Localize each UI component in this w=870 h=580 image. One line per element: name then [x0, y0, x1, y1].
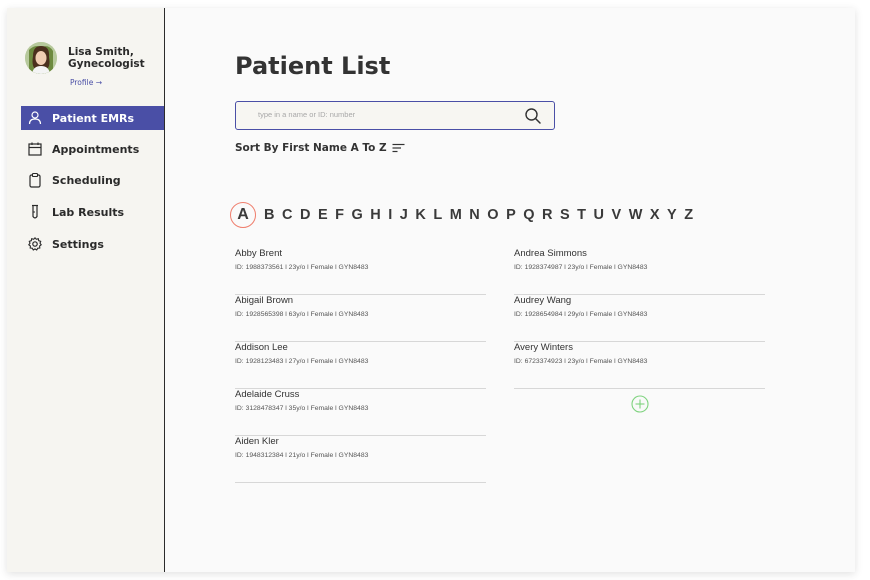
sort-control[interactable]: Sort By First Name A To Z — [235, 142, 405, 154]
letter-s[interactable]: S — [560, 207, 570, 223]
user-title: Gynecologist — [68, 58, 145, 70]
patient-row[interactable]: Audrey Wang ID: 1928654984 l 29y/o l Fema… — [514, 295, 765, 342]
patient-details: ID: 1928123483 l 27y/o l Female l GYN848… — [235, 358, 369, 365]
sidebar-item-label: Patient EMRs — [52, 111, 135, 125]
sort-label: Sort By First Name A To Z — [235, 142, 387, 154]
letter-c[interactable]: C — [282, 207, 292, 223]
patient-name: Audrey Wang — [514, 295, 572, 306]
search-input[interactable] — [256, 109, 500, 120]
patient-details: ID: 1948312384 l 21y/o l Female l GYN848… — [235, 452, 369, 459]
sidebar-item-label: Settings — [52, 237, 104, 251]
patient-name: Avery Winters — [514, 342, 573, 353]
search-icon[interactable] — [524, 107, 542, 125]
letter-d[interactable]: D — [300, 207, 310, 223]
user-icon — [28, 111, 42, 125]
patient-details: ID: 6723374923 l 23y/o l Female l GYN848… — [514, 358, 648, 365]
gear-icon — [28, 236, 42, 251]
clipboard-icon — [29, 172, 41, 188]
patient-name: Addison Lee — [235, 342, 288, 353]
patient-name: Abigail Brown — [235, 295, 294, 306]
letter-a[interactable]: A — [230, 202, 256, 228]
patient-name: Aiden Kler — [235, 436, 279, 447]
patient-details: ID: 1928565398 l 63y/o l Female l GYN848… — [235, 311, 369, 318]
app-window: Lisa Smith, Gynecologist Profile → Patie… — [7, 8, 855, 572]
user-name: Lisa Smith, Gynecologist — [68, 46, 145, 70]
letter-o[interactable]: O — [487, 207, 498, 223]
letter-h[interactable]: H — [370, 207, 380, 223]
sidebar-item-label: Lab Results — [52, 205, 125, 219]
page-title: Patient List — [235, 52, 391, 80]
letter-v[interactable]: V — [612, 207, 622, 223]
sidebar-item-lab-results[interactable]: Lab Results — [21, 200, 164, 224]
sidebar: Lisa Smith, Gynecologist Profile → Patie… — [7, 8, 165, 572]
letter-k[interactable]: K — [415, 207, 425, 223]
letter-m[interactable]: M — [450, 207, 462, 223]
letter-g[interactable]: G — [351, 207, 362, 223]
letter-e[interactable]: E — [318, 207, 328, 223]
sidebar-item-label: Appointments — [52, 142, 140, 156]
user-profile: Lisa Smith, Gynecologist Profile → — [25, 42, 165, 92]
letter-l[interactable]: L — [433, 207, 442, 223]
patient-row[interactable]: Andrea Simmons ID: 1928374987 l 23y/o l F… — [514, 248, 765, 295]
patient-row[interactable]: Abigail Brown ID: 1928565398 l 63y/o l Fe… — [235, 295, 486, 342]
patient-details: ID: 1988373561 l 23y/o l Female l GYN848… — [235, 264, 369, 271]
letter-b[interactable]: B — [264, 207, 274, 223]
sidebar-item-appointments[interactable]: Appointments — [21, 137, 164, 161]
calendar-icon — [28, 142, 42, 156]
letter-w[interactable]: W — [629, 207, 643, 223]
sidebar-item-patient-emrs[interactable]: Patient EMRs — [21, 106, 164, 130]
patient-row[interactable]: Abby Brent ID: 1988373561 l 23y/o l Femal… — [235, 248, 486, 295]
patient-row[interactable]: Avery Winters ID: 6723374923 l 23y/o l Fe… — [514, 342, 765, 389]
sidebar-item-label: Scheduling — [52, 173, 121, 187]
sidebar-item-scheduling[interactable]: Scheduling — [21, 168, 164, 192]
search-box[interactable] — [235, 101, 555, 130]
letter-n[interactable]: N — [469, 207, 479, 223]
patient-row[interactable]: Adelaide Cruss ID: 3128478347 l 35y/o l F… — [235, 389, 486, 436]
patient-details: ID: 3128478347 l 35y/o l Female l GYN848… — [235, 405, 369, 412]
patient-name: Abby Brent — [235, 248, 282, 259]
patient-details: ID: 1928374987 l 23y/o l Female l GYN848… — [514, 264, 648, 271]
patient-name: Andrea Simmons — [514, 248, 587, 259]
patient-column-left: Abby Brent ID: 1988373561 l 23y/o l Femal… — [235, 248, 486, 483]
test-tube-icon — [32, 204, 38, 219]
alphabet-filter: ABCDEFGHIJKLMNOPQRSTUVWXYZ — [230, 200, 701, 230]
letter-p[interactable]: P — [506, 207, 516, 223]
letter-r[interactable]: R — [542, 207, 552, 223]
user-name-line1: Lisa Smith, — [68, 46, 134, 58]
patient-column-right: Andrea Simmons ID: 1928374987 l 23y/o l F… — [514, 248, 765, 389]
letter-z[interactable]: Z — [684, 207, 693, 223]
avatar[interactable] — [25, 42, 57, 74]
profile-link[interactable]: Profile → — [70, 78, 102, 87]
letter-f[interactable]: F — [335, 207, 344, 223]
letter-t[interactable]: T — [577, 207, 586, 223]
letter-u[interactable]: U — [594, 207, 604, 223]
sidebar-item-settings[interactable]: Settings — [21, 232, 164, 256]
letter-y[interactable]: Y — [667, 207, 677, 223]
patient-details: ID: 1928654984 l 29y/o l Female l GYN848… — [514, 311, 648, 318]
letter-q[interactable]: Q — [523, 207, 534, 223]
patient-row[interactable]: Addison Lee ID: 1928123483 l 27y/o l Fema… — [235, 342, 486, 389]
letter-i[interactable]: I — [388, 207, 392, 223]
patient-row[interactable]: Aiden Kler ID: 1948312384 l 21y/o l Femal… — [235, 436, 486, 483]
patient-name: Adelaide Cruss — [235, 389, 300, 400]
letter-x[interactable]: X — [650, 207, 660, 223]
add-patient-button[interactable] — [631, 395, 649, 413]
letter-j[interactable]: J — [400, 207, 408, 223]
sort-icon[interactable] — [392, 143, 405, 153]
